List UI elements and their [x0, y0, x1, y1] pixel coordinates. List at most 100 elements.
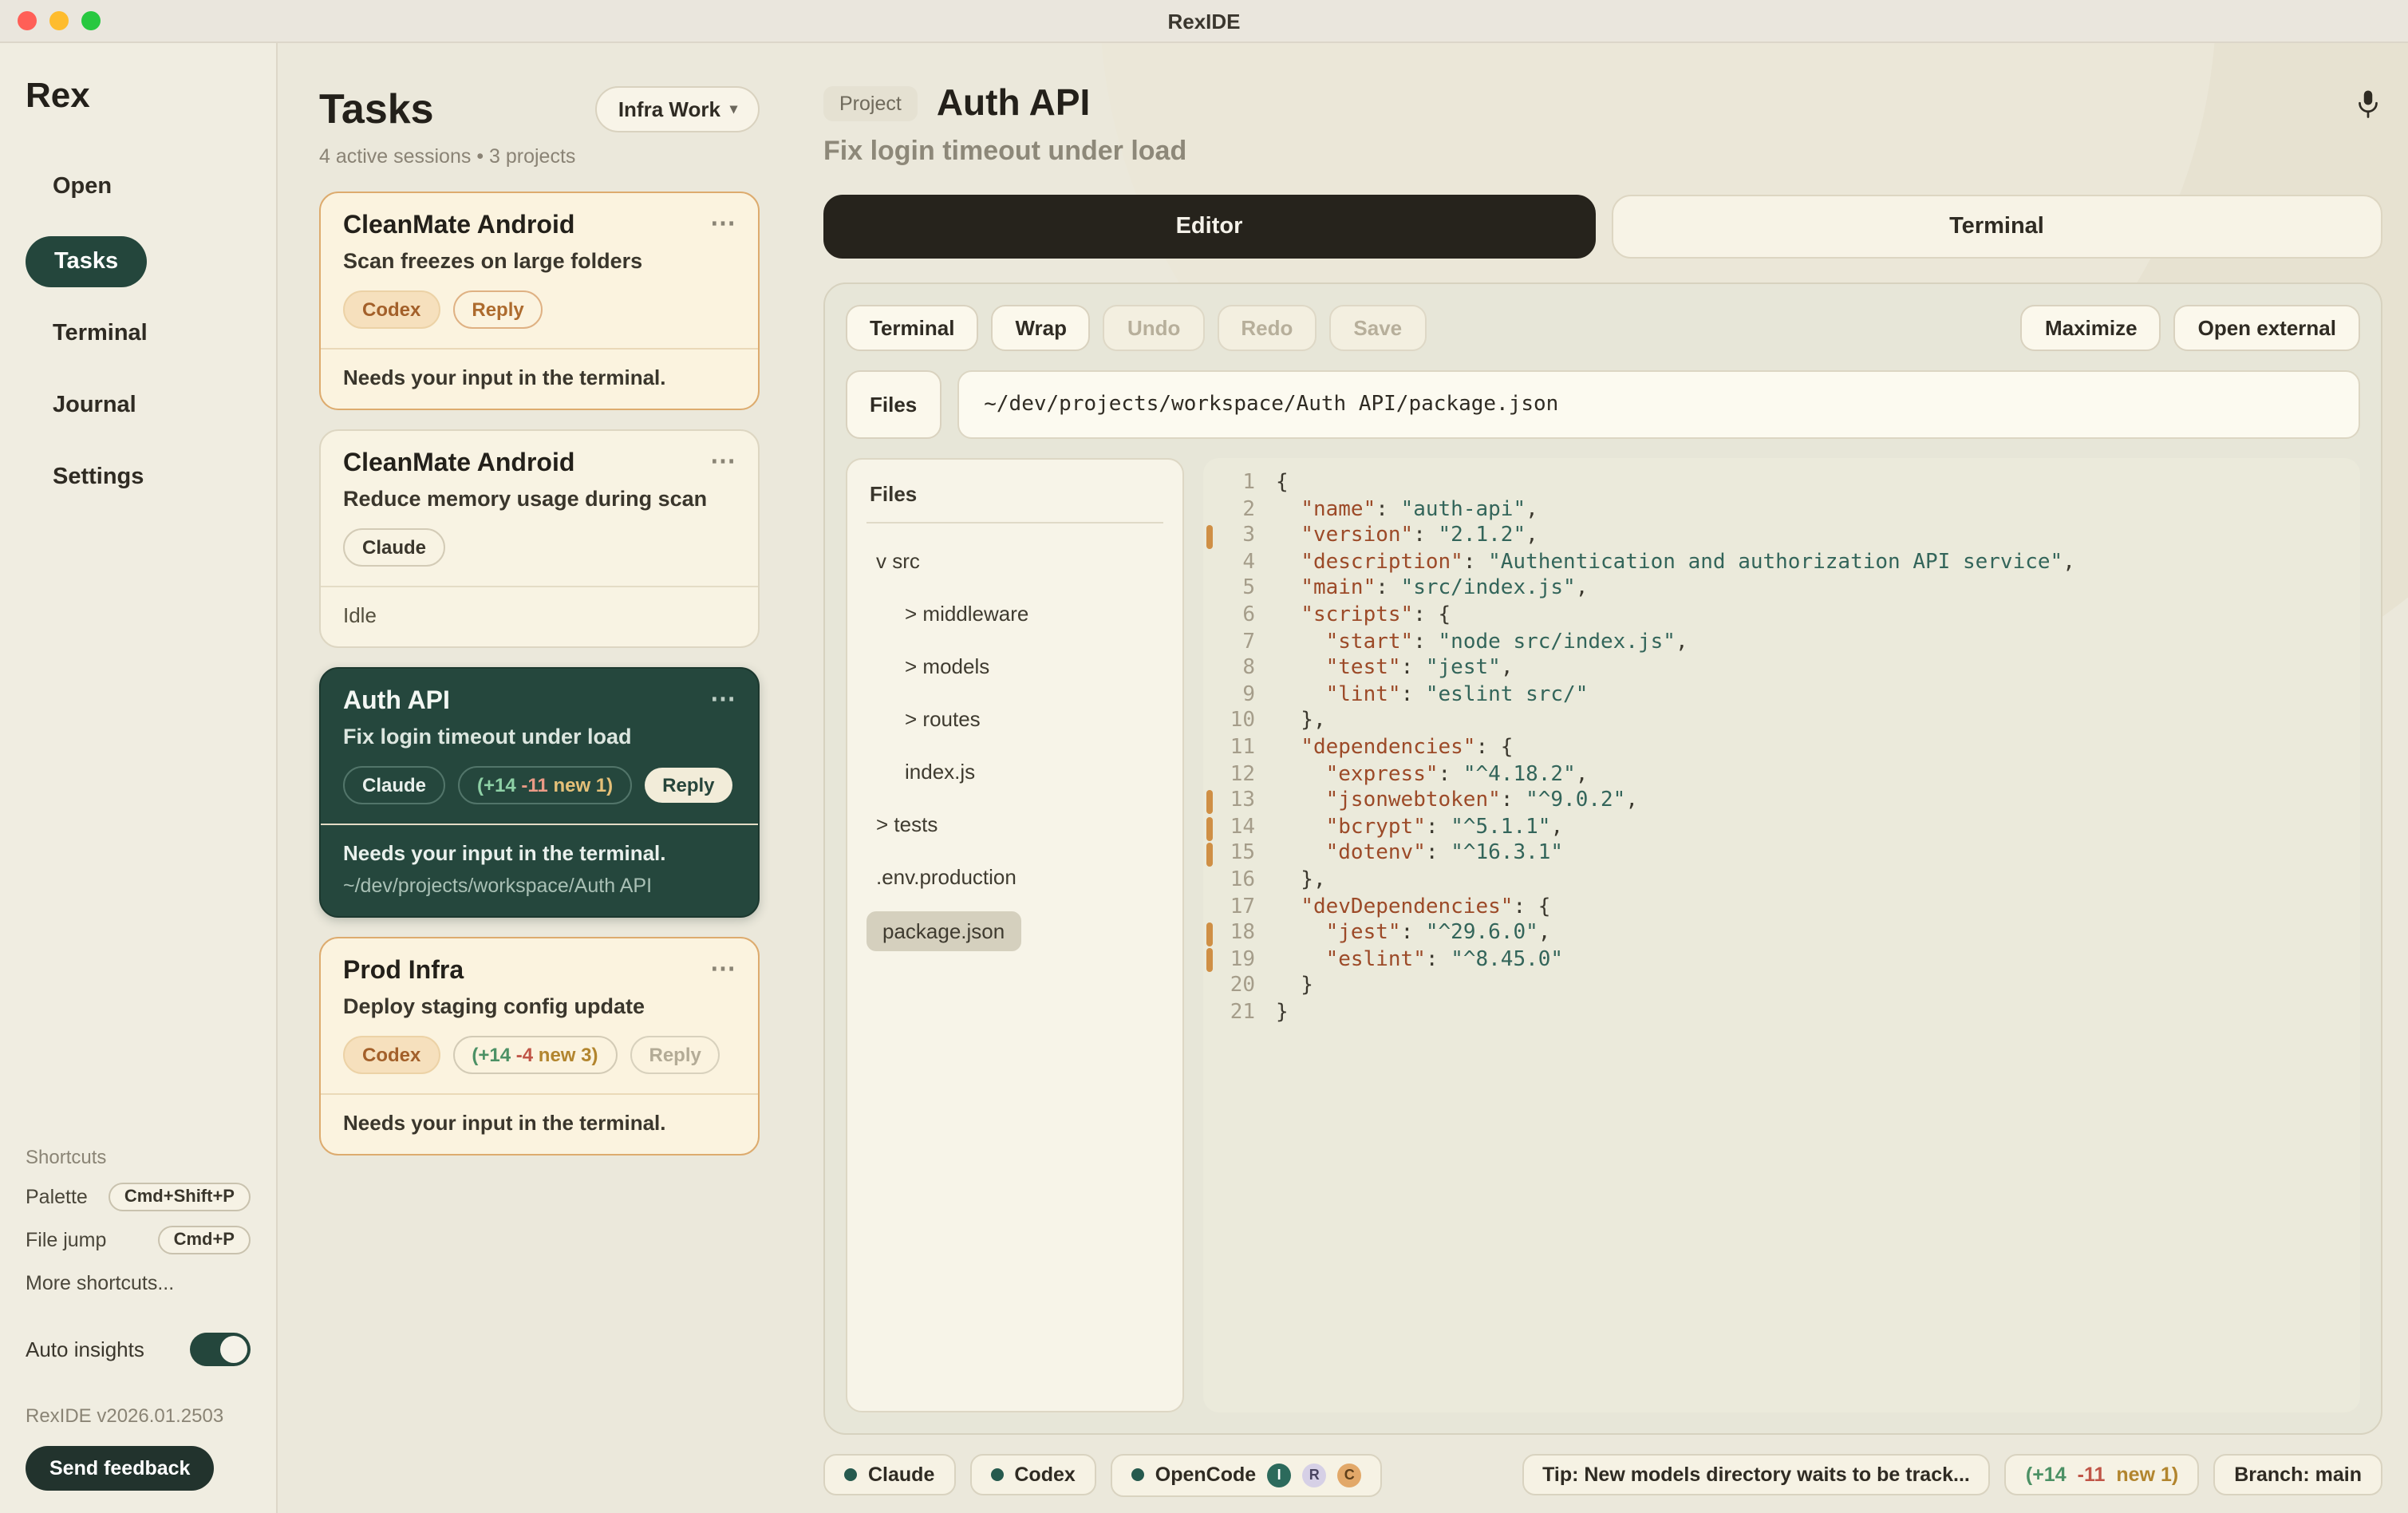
- tree-item-src[interactable]: v src: [866, 543, 933, 579]
- code-line[interactable]: 19 "eslint": "^8.45.0": [1206, 947, 2347, 974]
- sidebar-item-terminal[interactable]: Terminal: [26, 311, 251, 356]
- diff-badge[interactable]: (+14 -11 new 1): [458, 766, 632, 804]
- more-shortcuts-link[interactable]: More shortcuts...: [26, 1272, 251, 1294]
- diff-part: (+14: [477, 774, 516, 796]
- diff-badge[interactable]: (+14 -4 new 3): [452, 1036, 617, 1074]
- tree-item-index.js[interactable]: index.js: [866, 753, 988, 790]
- open-external-button[interactable]: Open external: [2174, 305, 2360, 351]
- agent-chip-c[interactable]: C: [1337, 1463, 1361, 1487]
- gutter-spacer: [1206, 1001, 1212, 1025]
- sidebar-item-settings[interactable]: Settings: [26, 455, 251, 500]
- claude-badge[interactable]: Claude: [343, 766, 445, 804]
- diff-part: -4: [511, 1044, 533, 1066]
- task-card[interactable]: Auth API⋯Fix login timeout under loadCla…: [319, 667, 760, 918]
- sidebar-item-open[interactable]: Open: [26, 164, 251, 209]
- task-card[interactable]: CleanMate Android⋯Scan freezes on large …: [319, 192, 760, 410]
- save-button[interactable]: Save: [1329, 305, 1426, 351]
- codex-badge[interactable]: Codex: [343, 290, 440, 329]
- tree-item-package.json[interactable]: package.json: [866, 911, 1020, 951]
- tree-item-.env.production[interactable]: .env.production: [866, 859, 1029, 895]
- task-filter-dropdown[interactable]: Infra Work ▾: [596, 86, 760, 132]
- tree-item-middleware[interactable]: > middleware: [866, 595, 1041, 632]
- tab-editor[interactable]: Editor: [823, 195, 1595, 259]
- agent-chip-i[interactable]: I: [1267, 1463, 1291, 1487]
- task-card[interactable]: CleanMate Android⋯Reduce memory usage du…: [319, 429, 760, 648]
- tab-terminal[interactable]: Terminal: [1611, 195, 2382, 259]
- code-line[interactable]: 14 "bcrypt": "^5.1.1",: [1206, 815, 2347, 841]
- code-text: "test": "jest",: [1276, 656, 1513, 682]
- agent-label: Claude: [868, 1464, 934, 1486]
- code-line[interactable]: 10 },: [1206, 709, 2347, 736]
- code-line[interactable]: 3 "version": "2.1.2",: [1206, 523, 2347, 550]
- toggle-knob: [220, 1336, 247, 1363]
- claude-badge[interactable]: Claude: [343, 528, 445, 567]
- code-line[interactable]: 15 "dotenv": "^16.3.1": [1206, 842, 2347, 868]
- code-line[interactable]: 6 "scripts": {: [1206, 603, 2347, 630]
- task-menu-button[interactable]: ⋯: [710, 212, 736, 238]
- reply-badge[interactable]: Reply: [630, 1036, 720, 1074]
- code-line[interactable]: 17 "devDependencies": {: [1206, 895, 2347, 921]
- code-line[interactable]: 9 "lint": "eslint src/": [1206, 683, 2347, 709]
- code-line[interactable]: 2 "name": "auth-api",: [1206, 497, 2347, 523]
- editor-panel: Terminal Wrap Undo Redo Save Maximize Open ex…: [823, 282, 2382, 1435]
- sidebar-item-journal[interactable]: Journal: [26, 383, 251, 428]
- sidebar-item-tasks[interactable]: Tasks: [26, 236, 147, 287]
- terminal-button[interactable]: Terminal: [846, 305, 978, 351]
- gutter-spacer: [1206, 975, 1212, 999]
- shortcut-label: File jump: [26, 1229, 106, 1251]
- minimize-button[interactable]: [49, 11, 69, 30]
- task-title: Auth API: [343, 688, 450, 717]
- code-line[interactable]: 13 "jsonwebtoken": "^9.0.2",: [1206, 788, 2347, 815]
- code-line[interactable]: 18 "jest": "^29.6.0",: [1206, 921, 2347, 947]
- agent-pill-opencode[interactable]: OpenCode IRC: [1111, 1453, 1382, 1496]
- task-menu-button[interactable]: ⋯: [710, 688, 736, 713]
- code-line[interactable]: 11 "dependencies": {: [1206, 736, 2347, 762]
- maximize-button[interactable]: Maximize: [2021, 305, 2161, 351]
- tree-item-models[interactable]: > models: [866, 648, 1002, 685]
- send-feedback-button[interactable]: Send feedback: [26, 1446, 214, 1491]
- wrap-button[interactable]: Wrap: [991, 305, 1091, 351]
- statusbar-tip[interactable]: Tip: New models directory waits to be tr…: [1522, 1454, 1991, 1495]
- gutter-spacer: [1206, 578, 1212, 602]
- code-line[interactable]: 20 }: [1206, 974, 2347, 1001]
- file-path-bar[interactable]: ~/dev/projects/workspace/Auth API/packag…: [957, 370, 2360, 439]
- mic-icon[interactable]: [2354, 87, 2382, 119]
- titlebar: RexIDE: [0, 0, 2408, 43]
- undo-button[interactable]: Undo: [1103, 305, 1204, 351]
- task-menu-button[interactable]: ⋯: [710, 958, 736, 983]
- code-line[interactable]: 16 },: [1206, 868, 2347, 895]
- file-tree: Files v src> middleware> models> routesi…: [846, 458, 1184, 1412]
- reply-badge[interactable]: Reply: [452, 290, 543, 329]
- auto-insights-toggle[interactable]: [190, 1333, 251, 1366]
- code-line[interactable]: 4 "description": "Authentication and aut…: [1206, 551, 2347, 577]
- code-line[interactable]: 8 "test": "jest",: [1206, 656, 2347, 682]
- tasks-header: Tasks Infra Work ▾: [319, 85, 760, 134]
- shortcut-row: File jumpCmd+P: [26, 1226, 251, 1254]
- agent-chip-r[interactable]: R: [1302, 1463, 1326, 1487]
- code-line[interactable]: 5 "main": "src/index.js",: [1206, 577, 2347, 603]
- tree-item-routes[interactable]: > routes: [866, 701, 993, 737]
- task-menu-button[interactable]: ⋯: [710, 450, 736, 476]
- zoom-button[interactable]: [81, 11, 101, 30]
- statusbar-diff-pill[interactable]: (+14 -11 new 1): [2005, 1454, 2199, 1495]
- agent-pill-codex[interactable]: Codex: [969, 1454, 1095, 1495]
- code-line[interactable]: 7 "start": "node src/index.js",: [1206, 630, 2347, 656]
- code-lines: 1{2 "name": "auth-api",3 "version": "2.1…: [1206, 471, 2347, 1027]
- code-line[interactable]: 21}: [1206, 1001, 2347, 1027]
- reply-badge[interactable]: Reply: [645, 768, 732, 803]
- close-button[interactable]: [18, 11, 37, 30]
- redo-button[interactable]: Redo: [1217, 305, 1317, 351]
- tree-item-tests[interactable]: > tests: [866, 806, 950, 843]
- code-line[interactable]: 1{: [1206, 471, 2347, 497]
- code-text: "express": "^4.18.2",: [1276, 762, 1588, 788]
- agent-label: OpenCode: [1155, 1464, 1256, 1486]
- files-button[interactable]: Files: [846, 370, 941, 439]
- code-line[interactable]: 12 "express": "^4.18.2",: [1206, 762, 2347, 788]
- agent-pill-claude[interactable]: Claude: [823, 1454, 955, 1495]
- codex-badge[interactable]: Codex: [343, 1036, 440, 1074]
- toolbar-left: Terminal Wrap Undo Redo Save: [846, 305, 1426, 351]
- task-card[interactable]: Prod Infra⋯Deploy staging config updateC…: [319, 937, 760, 1155]
- code-editor[interactable]: 1{2 "name": "auth-api",3 "version": "2.1…: [1203, 458, 2360, 1412]
- branch-pill[interactable]: Branch: main: [2213, 1454, 2382, 1495]
- task-card-header: Prod Infra⋯: [343, 958, 736, 986]
